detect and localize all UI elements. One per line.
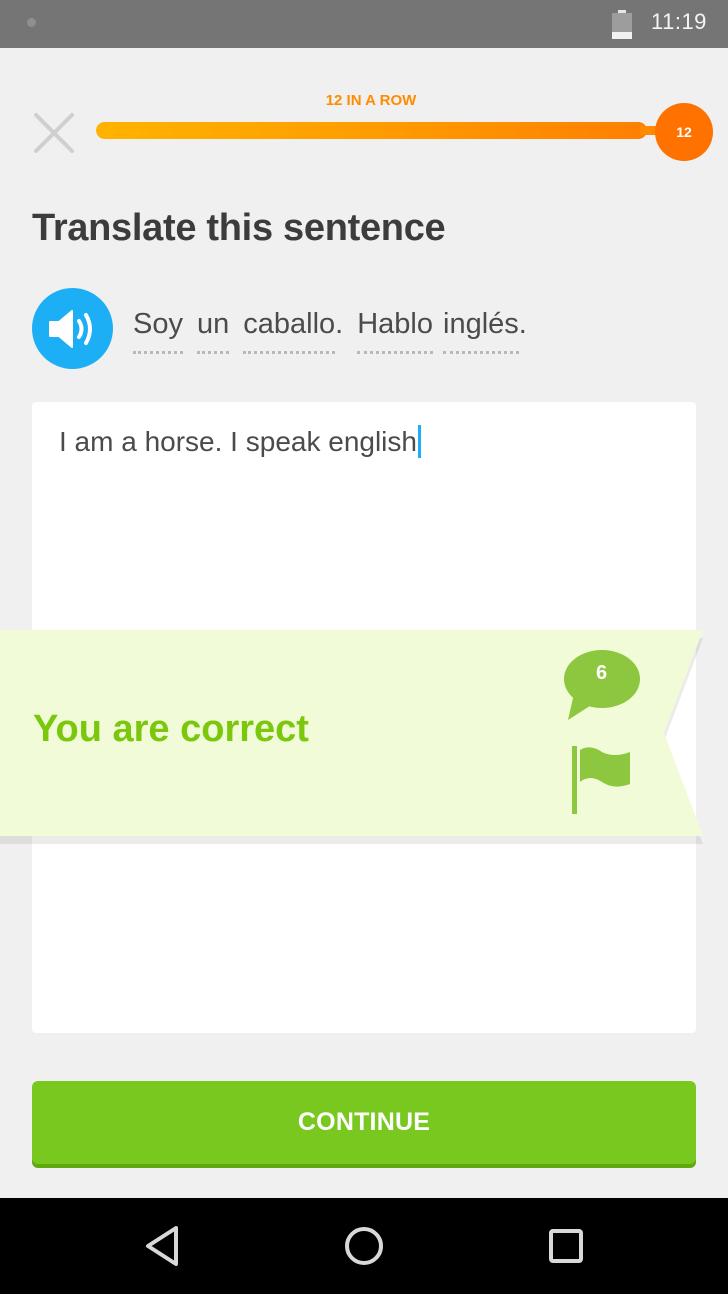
page-title: Translate this sentence [32, 207, 446, 249]
sentence-word[interactable]: Soy [133, 308, 183, 354]
streak-badge: 12 [655, 103, 713, 161]
close-icon [34, 113, 74, 153]
source-sentence: Soy un caballo . Hablo inglés . [133, 308, 527, 354]
notification-dot-icon [27, 18, 36, 27]
discussion-button[interactable] [563, 648, 643, 722]
recents-icon [549, 1229, 583, 1263]
comment-icon [564, 650, 640, 720]
answer-input-value: I am a horse. I speak english [59, 425, 421, 458]
sentence-word[interactable]: caballo [243, 308, 336, 354]
home-button[interactable] [342, 1224, 386, 1268]
close-button[interactable] [32, 111, 76, 155]
status-bar: 11:19 [0, 0, 728, 48]
feedback-message: You are correct [33, 708, 309, 750]
sentence-word[interactable]: un [196, 308, 230, 354]
streak-label: 12 IN A ROW [325, 92, 417, 109]
system-nav-bar [0, 1198, 728, 1294]
speaker-icon [49, 310, 92, 348]
recents-button[interactable] [544, 1224, 588, 1268]
continue-button[interactable]: CONTINUE [32, 1081, 696, 1164]
play-audio-button[interactable] [32, 288, 113, 369]
sentence-word[interactable]: Hablo [357, 308, 433, 354]
text-caret [417, 425, 421, 458]
back-button[interactable] [140, 1224, 184, 1268]
lesson-progress-fill [96, 122, 647, 139]
home-icon [345, 1227, 383, 1265]
sentence-punctuation: . [335, 308, 344, 340]
battery-icon [612, 10, 632, 39]
flag-icon [572, 746, 630, 814]
sentence-word[interactable]: inglés [443, 308, 519, 354]
lesson-progress-bar [96, 122, 647, 139]
status-time: 11:19 [651, 9, 707, 34]
comment-count: 6 [595, 662, 608, 684]
report-button[interactable] [568, 744, 634, 816]
sentence-punctuation: . [518, 308, 527, 340]
back-icon [146, 1226, 178, 1266]
